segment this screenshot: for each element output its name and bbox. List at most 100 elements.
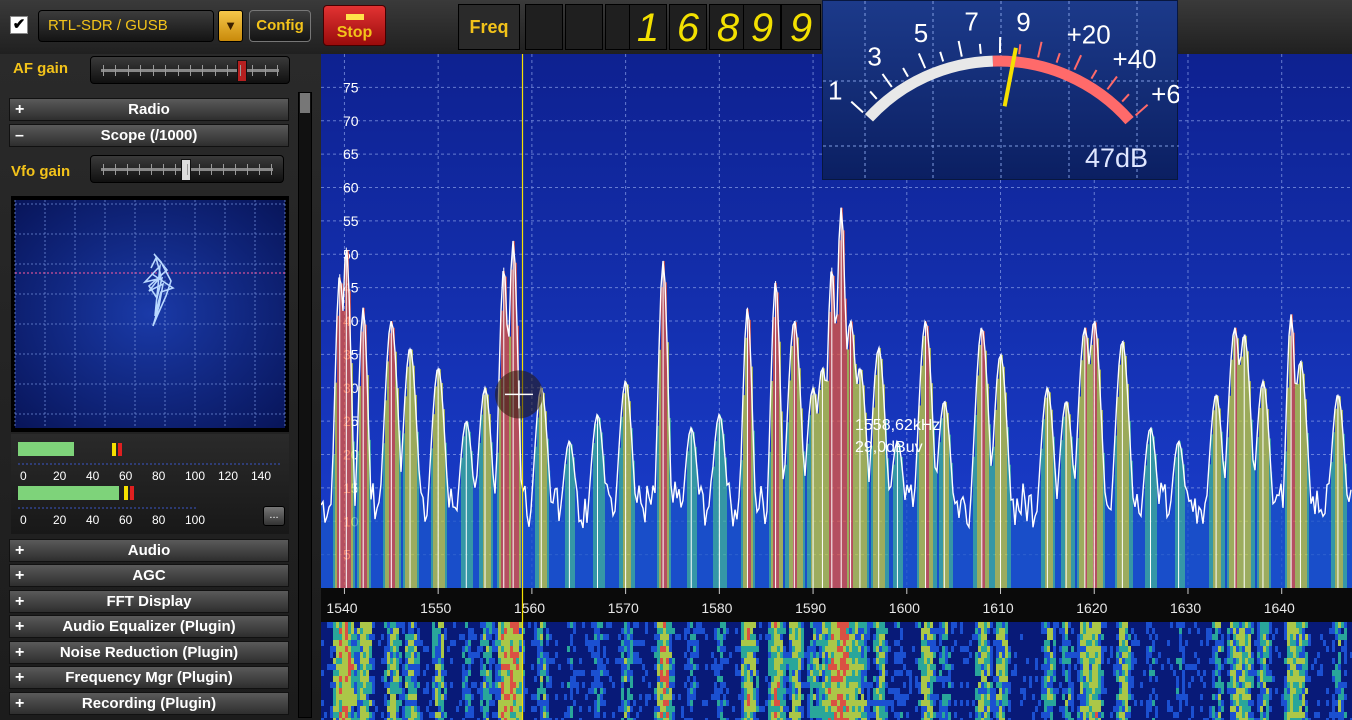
snr-tick-label: 80 (152, 513, 166, 527)
x-tick-label: 1600 (889, 600, 920, 616)
vfo-gain-slider[interactable] (90, 155, 284, 183)
stop-led-icon (346, 14, 364, 20)
snr-tick-label: 20 (53, 513, 67, 527)
snr-level-bar (18, 486, 119, 500)
signal-tick-label: 60 (119, 469, 133, 483)
sdr-app-window: ✔ RTL-SDR / GUSB ▼ Config Stop Freq 1 6 … (0, 0, 1352, 720)
section-scope[interactable]: – Scope (/1000) (9, 124, 289, 147)
plus-icon: + (15, 567, 25, 584)
x-tick-label: 1550 (420, 600, 451, 616)
vfo-gain-label: Vfo gain (11, 163, 71, 180)
section-label: Noise Reduction (Plugin) (59, 644, 239, 661)
x-tick-label: 1590 (795, 600, 826, 616)
signal-meters: 0 20 40 60 80 100 120 140 0 20 40 60 80 100 ... (11, 434, 289, 534)
stop-button[interactable]: Stop (323, 5, 386, 46)
section-agc[interactable]: + AGC (9, 564, 289, 587)
s-meter: 13 5 7 9 +20+40 +60 47dB (822, 0, 1195, 181)
x-tick-label: 1560 (514, 600, 545, 616)
section-audio-equalizer[interactable]: + Audio Equalizer (Plugin) (9, 615, 289, 638)
signal-tick-label: 140 (251, 469, 271, 483)
x-tick-label: 1630 (1170, 600, 1201, 616)
snr-tick-label: 100 (185, 513, 205, 527)
y-tick-label: 65 (343, 146, 359, 162)
snr-tick-label: 0 (20, 513, 27, 527)
af-gain-label: AF gain (13, 60, 68, 77)
s-meter-reading: 47dB (1085, 143, 1149, 173)
scrollbar-thumb[interactable] (300, 93, 310, 113)
more-button[interactable]: ... (263, 506, 285, 526)
enable-checkbox[interactable]: ✔ (10, 16, 28, 34)
plus-icon: + (15, 542, 25, 559)
section-audio[interactable]: + Audio (9, 539, 289, 562)
section-frequency-mgr[interactable]: + Frequency Mgr (Plugin) (9, 666, 289, 689)
s-meter-scale-label: 5 (914, 18, 928, 48)
minus-icon: – (15, 127, 24, 144)
section-radio[interactable]: + Radio (9, 98, 289, 121)
section-label: AGC (132, 567, 166, 584)
freq-digit-8[interactable]: 9 (781, 4, 821, 50)
x-tick-label: 1540 (326, 600, 357, 616)
plus-icon: + (15, 593, 25, 610)
section-recording[interactable]: + Recording (Plugin) (9, 692, 289, 715)
left-panel: AF gain + Radio – Scope (/1000) Vfo gain 0… (0, 54, 318, 720)
scope-display (11, 196, 289, 432)
freq-digit-1[interactable] (525, 4, 563, 50)
tooltip-level: 29,0dBuv (855, 439, 923, 456)
plus-icon: + (15, 644, 25, 661)
af-gain-thumb[interactable] (237, 60, 247, 82)
freq-digit-4[interactable]: 1 (629, 4, 667, 50)
snr-tick-label: 60 (119, 513, 133, 527)
plus-icon: + (15, 101, 25, 118)
s-meter-scale-label: +60 (1151, 79, 1179, 109)
s-meter-scale-label: +40 (1112, 44, 1156, 74)
stop-label: Stop (336, 24, 373, 41)
signal-tick-label: 20 (53, 469, 67, 483)
section-label: Frequency Mgr (Plugin) (65, 669, 233, 686)
freq-digit-5[interactable]: 6 (669, 4, 707, 50)
signal-tick-label: 100 (185, 469, 205, 483)
section-label: Recording (Plugin) (81, 695, 217, 712)
section-fft-display[interactable]: + FFT Display (9, 590, 289, 613)
y-tick-label: 70 (343, 113, 359, 129)
x-tick-label: 1570 (608, 600, 639, 616)
signal-level-bar (18, 442, 74, 456)
af-gain-slider[interactable] (90, 56, 290, 84)
device-dropdown-button[interactable]: ▼ (218, 10, 243, 42)
freq-digit-2[interactable] (565, 4, 603, 50)
scope-plot (14, 200, 286, 428)
section-label: Audio Equalizer (Plugin) (62, 618, 236, 635)
section-noise-reduction[interactable]: + Noise Reduction (Plugin) (9, 641, 289, 664)
device-selector[interactable]: RTL-SDR / GUSB (38, 10, 214, 42)
signal-tick-label: 80 (152, 469, 166, 483)
s-meter-scale-label: 1 (828, 75, 842, 105)
x-tick-label: 1620 (1076, 600, 1107, 616)
y-tick-label: 60 (343, 180, 359, 196)
section-label: FFT Display (106, 593, 192, 610)
y-tick-label: 55 (343, 213, 359, 229)
freq-digit-7[interactable]: 9 (743, 4, 781, 50)
x-tick-label: 1610 (983, 600, 1014, 616)
signal-tick-label: 0 (20, 469, 27, 483)
signal-tick-label: 40 (86, 469, 100, 483)
freq-label: Freq (458, 4, 520, 50)
tooltip-frequency: 1558,62kHz (855, 417, 941, 434)
signal-tick-label: 120 (218, 469, 238, 483)
y-tick-label: 75 (343, 79, 359, 95)
s-meter-scale-label: 7 (964, 6, 978, 36)
s-meter-scale-label: 3 (867, 42, 881, 72)
config-button[interactable]: Config (249, 10, 311, 42)
section-label: Radio (128, 101, 170, 118)
cursor-tooltip: 1558,62kHz 29,0dBuv (855, 415, 940, 459)
chevron-down-icon: ▼ (224, 18, 237, 33)
plus-icon: + (15, 618, 25, 635)
s-meter-scale-label: 9 (1016, 7, 1030, 37)
x-tick-label: 1640 (1264, 600, 1295, 616)
section-label: Audio (127, 542, 171, 559)
x-tick-label: 1580 (701, 600, 732, 616)
snr-tick-label: 40 (86, 513, 100, 527)
vfo-gain-thumb[interactable] (181, 159, 191, 181)
left-panel-scrollbar[interactable] (298, 92, 312, 718)
freq-digit-6[interactable]: 8 (709, 4, 747, 50)
plus-icon: + (15, 695, 25, 712)
section-label: Scope (/1000) (100, 127, 198, 144)
